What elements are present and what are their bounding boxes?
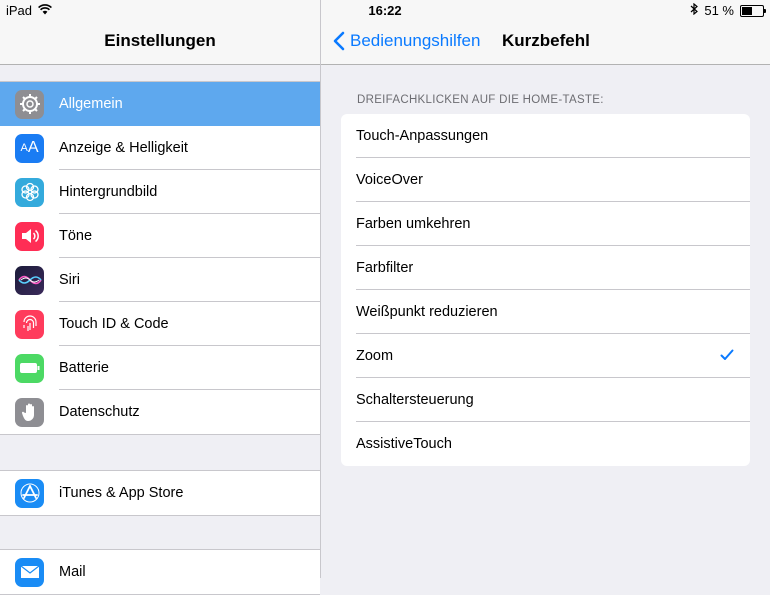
option-zoom[interactable]: Zoom — [341, 334, 750, 378]
option-label: AssistiveTouch — [356, 436, 452, 452]
back-button[interactable]: Bedienungshilfen — [333, 31, 480, 51]
device-name: iPad — [6, 3, 33, 18]
settings-group-3: Mail — [0, 549, 320, 595]
option-label: Weißpunkt reduzieren — [356, 304, 498, 320]
app-store-icon — [15, 478, 44, 508]
sidebar-item-batterie[interactable]: Batterie — [0, 346, 320, 390]
mail-icon — [15, 557, 44, 587]
sidebar-item-anzeige-helligkeit[interactable]: AA Anzeige & Helligkeit — [0, 126, 320, 170]
option-schaltersteuerung[interactable]: Schaltersteuerung — [341, 378, 750, 422]
checkmark-icon — [720, 349, 734, 360]
sidebar-item-itunes-app-store[interactable]: iTunes & App Store — [0, 471, 320, 515]
option-voiceover[interactable]: VoiceOver — [341, 158, 750, 202]
section-header: DREIFACHKLICKEN AUF DIE HOME-TASTE: — [357, 94, 604, 106]
wifi-icon — [38, 3, 52, 18]
option-label: Farbfilter — [356, 260, 414, 276]
sidebar-item-label: Anzeige & Helligkeit — [59, 140, 188, 156]
option-farben-umkehren[interactable]: Farben umkehren — [341, 202, 750, 246]
sidebar-item-label: Touch ID & Code — [59, 316, 169, 332]
settings-group-2: iTunes & App Store — [0, 470, 320, 516]
sidebar-item-label: Töne — [59, 228, 93, 244]
option-label: Zoom — [356, 348, 394, 364]
flower-icon — [15, 177, 44, 207]
option-label: VoiceOver — [356, 172, 423, 188]
sidebar-item-mail[interactable]: Mail — [0, 550, 320, 594]
battery-percent: 51 % — [704, 3, 734, 18]
sidebar-item-label: iTunes & App Store — [59, 485, 184, 501]
chevron-left-icon — [333, 31, 345, 51]
sidebar-item-siri[interactable]: Siri — [0, 258, 320, 302]
option-assistivetouch[interactable]: AssistiveTouch — [341, 422, 750, 466]
sidebar-item-toene[interactable]: Töne — [0, 214, 320, 258]
sidebar-item-label: Datenschutz — [59, 404, 140, 420]
speaker-icon — [15, 221, 44, 251]
option-label: Farben umkehren — [356, 216, 471, 232]
settings-sidebar: Einstellungen Allgemein AA Anzeige & Hel… — [0, 0, 321, 595]
page-title: Kurzbefehl — [502, 31, 590, 50]
status-time: 16:22 — [368, 3, 402, 18]
gear-icon — [15, 89, 44, 119]
sidebar-item-allgemein[interactable]: Allgemein — [0, 82, 320, 126]
settings-group-1: Allgemein AA Anzeige & Helligkeit Hinter… — [0, 81, 320, 435]
sidebar-item-label: Hintergrundbild — [59, 184, 158, 200]
sidebar-item-label: Siri — [59, 272, 80, 288]
text-size-icon: AA — [15, 133, 44, 163]
option-weisspunkt-reduzieren[interactable]: Weißpunkt reduzieren — [341, 290, 750, 334]
sidebar-title: Einstellungen — [104, 31, 216, 50]
hand-icon — [15, 397, 44, 427]
status-bar: 16:22 iPad 51 % — [0, 0, 770, 20]
sidebar-item-hintergrundbild[interactable]: Hintergrundbild — [0, 170, 320, 214]
sidebar-item-touch-id-code[interactable]: Touch ID & Code — [0, 302, 320, 346]
detail-pane: Bedienungshilfen Kurzbefehl DREIFACHKLIC… — [321, 0, 770, 578]
shortcut-options-list: Touch-Anpassungen VoiceOver Farben umkeh… — [341, 114, 750, 466]
bluetooth-icon — [690, 2, 699, 18]
option-farbfilter[interactable]: Farbfilter — [341, 246, 750, 290]
sidebar-item-label: Batterie — [59, 360, 109, 376]
battery-icon — [740, 4, 766, 17]
option-label: Touch-Anpassungen — [356, 128, 489, 144]
sidebar-item-datenschutz[interactable]: Datenschutz — [0, 390, 320, 434]
sidebar-item-label: Allgemein — [59, 96, 123, 112]
option-touch-anpassungen[interactable]: Touch-Anpassungen — [341, 114, 750, 158]
option-label: Schaltersteuerung — [356, 392, 474, 408]
back-label: Bedienungshilfen — [350, 31, 481, 50]
siri-icon — [15, 265, 44, 295]
battery-icon — [15, 353, 44, 383]
fingerprint-icon — [15, 309, 44, 339]
